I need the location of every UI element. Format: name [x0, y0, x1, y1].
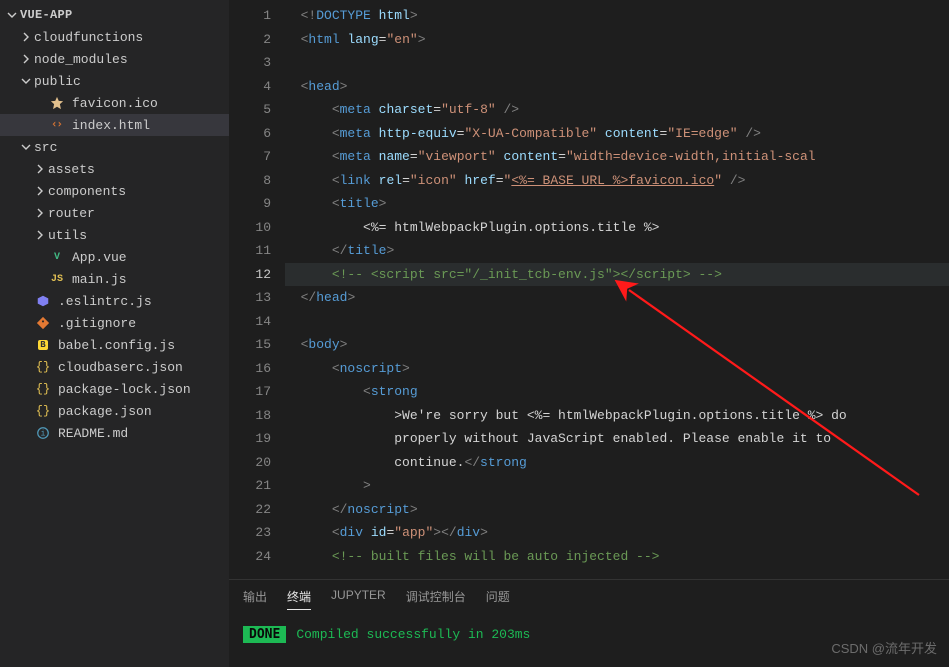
file-label: cloudbaserc.json	[58, 360, 183, 375]
babel-icon: B	[34, 336, 52, 354]
folder-label: assets	[48, 162, 95, 177]
folder-item[interactable]: cloudfunctions	[0, 26, 229, 48]
file-item[interactable]: JS main.js	[0, 268, 229, 290]
folder-item[interactable]: node_modules	[0, 48, 229, 70]
json-icon: {}	[34, 358, 52, 376]
json-icon: {}	[34, 380, 52, 398]
file-label: package-lock.json	[58, 382, 191, 397]
panel-tabs: 输出终端 JUPYTER 调试控制台问题	[229, 580, 949, 616]
folder-item[interactable]: public	[0, 70, 229, 92]
folder-label: node_modules	[34, 52, 128, 67]
file-label: babel.config.js	[58, 338, 175, 353]
chevron-right-icon	[32, 161, 48, 177]
eslint-icon	[34, 292, 52, 310]
file-item[interactable]: favicon.ico	[0, 92, 229, 114]
json-icon: {}	[34, 402, 52, 420]
file-item[interactable]: i README.md	[0, 422, 229, 444]
file-item[interactable]: .gitignore	[0, 312, 229, 334]
panel-tab[interactable]: 输出	[243, 588, 267, 610]
folder-label: utils	[48, 228, 87, 243]
folder-item[interactable]: utils	[0, 224, 229, 246]
line-gutter: 123456789101112131415161718192021222324	[229, 0, 285, 579]
chevron-right-icon	[18, 29, 34, 45]
panel-tab[interactable]: 问题	[486, 588, 510, 610]
panel-tab[interactable]: 调试控制台	[406, 588, 466, 610]
html-icon	[48, 116, 66, 134]
file-item[interactable]: {} package-lock.json	[0, 378, 229, 400]
file-label: .gitignore	[58, 316, 136, 331]
file-item[interactable]: index.html	[0, 114, 229, 136]
file-label: .eslintrc.js	[58, 294, 152, 309]
folder-label: cloudfunctions	[34, 30, 143, 45]
file-label: favicon.ico	[72, 96, 158, 111]
file-label: package.json	[58, 404, 152, 419]
svg-text:i: i	[41, 430, 46, 439]
file-label: main.js	[72, 272, 127, 287]
folder-label: src	[34, 140, 57, 155]
file-label: App.vue	[72, 250, 127, 265]
panel-tab[interactable]: 终端	[287, 588, 311, 610]
folder-label: public	[34, 74, 81, 89]
panel-tab[interactable]: JUPYTER	[331, 588, 386, 610]
code-content[interactable]: <!DOCTYPE html> <html lang="en"> <head> …	[285, 0, 949, 579]
folder-item[interactable]: components	[0, 180, 229, 202]
file-explorer: VUE-APP cloudfunctions node_modulespublic…	[0, 0, 229, 667]
done-badge: DONE	[243, 626, 286, 643]
folder-label: router	[48, 206, 95, 221]
folder-item[interactable]: src	[0, 136, 229, 158]
explorer-root[interactable]: VUE-APP	[0, 4, 229, 26]
file-item[interactable]: {} package.json	[0, 400, 229, 422]
chevron-down-icon	[18, 139, 34, 155]
folder-item[interactable]: assets	[0, 158, 229, 180]
star-icon	[48, 94, 66, 112]
folder-label: components	[48, 184, 126, 199]
chevron-right-icon	[18, 51, 34, 67]
file-item[interactable]: Bbabel.config.js	[0, 334, 229, 356]
file-item[interactable]: {} cloudbaserc.json	[0, 356, 229, 378]
info-icon: i	[34, 424, 52, 442]
root-label: VUE-APP	[20, 8, 73, 22]
chevron-down-icon	[4, 7, 20, 23]
file-label: index.html	[72, 118, 150, 133]
vue-icon: V	[48, 248, 66, 266]
file-label: README.md	[58, 426, 128, 441]
chevron-right-icon	[32, 205, 48, 221]
folder-item[interactable]: router	[0, 202, 229, 224]
code-editor[interactable]: 123456789101112131415161718192021222324 …	[229, 0, 949, 579]
chevron-right-icon	[32, 227, 48, 243]
file-item[interactable]: V App.vue	[0, 246, 229, 268]
editor-pane: 123456789101112131415161718192021222324 …	[229, 0, 949, 667]
git-icon	[34, 314, 52, 332]
file-item[interactable]: .eslintrc.js	[0, 290, 229, 312]
js-icon: JS	[48, 270, 66, 288]
watermark: CSDN @流年开发	[831, 638, 937, 657]
chevron-right-icon	[32, 183, 48, 199]
chevron-down-icon	[18, 73, 34, 89]
compile-message: Compiled successfully in 203ms	[296, 627, 530, 642]
